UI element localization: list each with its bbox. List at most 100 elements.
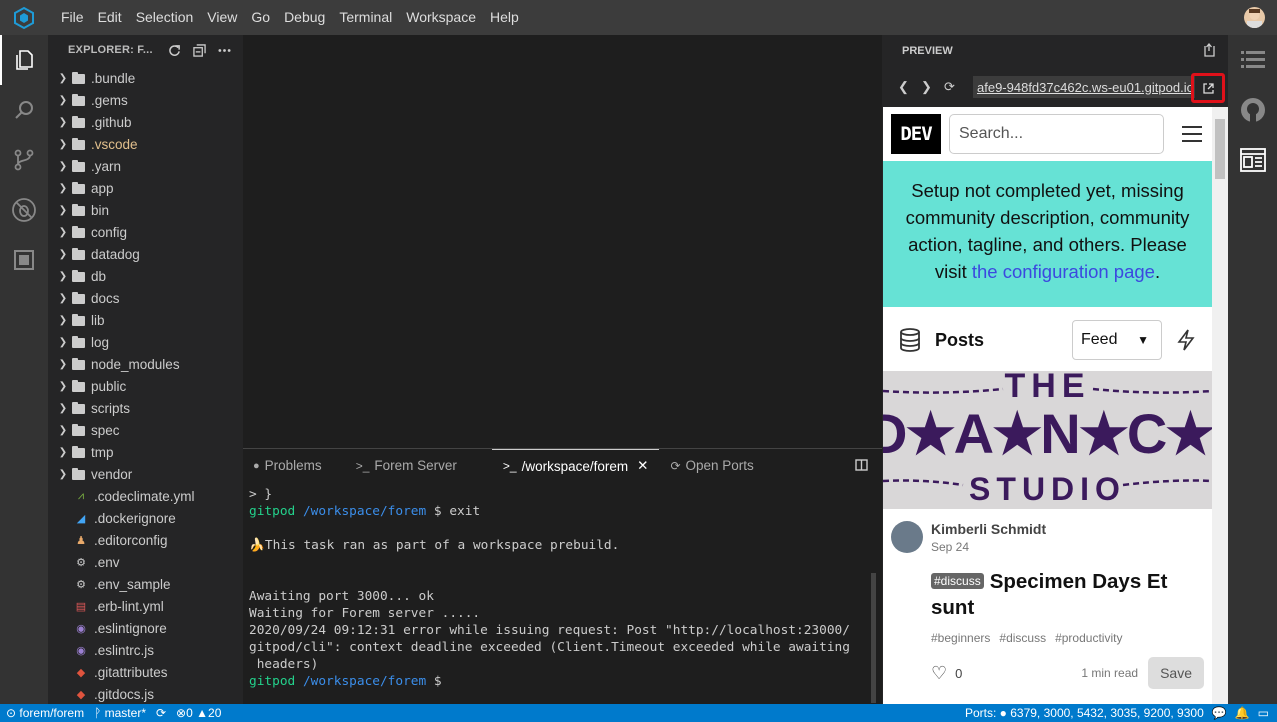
post-title[interactable]: #discuss Specimen Days Et sunt: [931, 568, 1204, 621]
user-avatar[interactable]: [1244, 7, 1265, 28]
folder-item[interactable]: ❯ spec: [48, 419, 243, 441]
menu-item-selection[interactable]: Selection: [129, 0, 201, 35]
split-panel-icon[interactable]: [855, 458, 868, 476]
file-item[interactable]: ⚙ .env: [48, 551, 243, 573]
folder-item[interactable]: ❯ datadog: [48, 243, 243, 265]
menu-item-edit[interactable]: Edit: [91, 0, 129, 35]
post-card[interactable]: Kimberli Schmidt Sep 24 #discuss Specimen…: [883, 509, 1212, 689]
file-item[interactable]: ⩘ .codeclimate.yml: [48, 485, 243, 507]
folder-item[interactable]: ❯ app: [48, 177, 243, 199]
tab-workspace-terminal[interactable]: >_ /workspace/forem ✕: [491, 449, 660, 482]
folder-item[interactable]: ❯ public: [48, 375, 243, 397]
terminal-line: Awaiting port 3000... ok: [249, 588, 876, 605]
post-cover-image[interactable]: THE D★A★N★C★E STUDIO: [883, 371, 1212, 509]
folder-item[interactable]: ❯ db: [48, 265, 243, 287]
file-item[interactable]: ◆ .gitdocs.js: [48, 683, 243, 704]
folder-item[interactable]: ❯ .yarn: [48, 155, 243, 177]
folder-item[interactable]: ❯ .vscode: [48, 133, 243, 155]
open-external-icon[interactable]: [1191, 73, 1225, 103]
terminal-text: /workspace/forem: [295, 504, 427, 519]
menu-item-view[interactable]: View: [200, 0, 244, 35]
scrollbar-thumb[interactable]: [1215, 119, 1225, 179]
menu-item-terminal[interactable]: Terminal: [332, 0, 399, 35]
folder-item[interactable]: ❯ bin: [48, 199, 243, 221]
back-icon[interactable]: ❮: [898, 79, 909, 95]
file-item[interactable]: ◆ .gitattributes: [48, 661, 243, 683]
folder-item[interactable]: ❯ .bundle: [48, 67, 243, 89]
tab-forem-server[interactable]: >_ Forem Server: [345, 449, 468, 482]
folder-item[interactable]: ❯ tmp: [48, 441, 243, 463]
menu-item-workspace[interactable]: Workspace: [399, 0, 483, 35]
dev-logo[interactable]: DEV: [891, 114, 941, 154]
folder-item[interactable]: ❯ config: [48, 221, 243, 243]
repo-item[interactable]: ⊙ forem/forem: [6, 706, 84, 720]
menu-item-file[interactable]: File: [48, 0, 91, 35]
heart-icon[interactable]: ♡: [931, 663, 947, 684]
tab-label: Forem Server: [374, 458, 457, 473]
menu-item-help[interactable]: Help: [483, 0, 526, 35]
hamburger-menu-icon[interactable]: [1182, 121, 1202, 147]
collapse-all-icon[interactable]: [193, 43, 206, 57]
feed-select[interactable]: Feed ▼: [1072, 320, 1162, 360]
menu-item-debug[interactable]: Debug: [277, 0, 332, 35]
extensions-icon[interactable]: [0, 235, 48, 285]
tag-link[interactable]: #beginners: [931, 631, 990, 645]
save-button[interactable]: Save: [1148, 657, 1204, 689]
layout-icon[interactable]: ▭: [1258, 706, 1269, 720]
sync-icon[interactable]: ⟳: [156, 706, 166, 720]
file-item[interactable]: ◉ .eslintrc.js: [48, 639, 243, 661]
folder-item[interactable]: ❯ log: [48, 331, 243, 353]
folder-item[interactable]: ❯ scripts: [48, 397, 243, 419]
open-preview-icon[interactable]: [1203, 42, 1215, 60]
tab-open-ports[interactable]: ⟳ Open Ports: [659, 449, 764, 482]
site-search-input[interactable]: Search...: [949, 114, 1164, 154]
folder-item[interactable]: ❯ vendor: [48, 463, 243, 485]
tab-problems[interactable]: ● Problems: [243, 449, 333, 482]
item-label: bin: [91, 202, 110, 218]
preview-url-input[interactable]: afe9-948fd37c462c.ws-eu01.gitpod.io: [973, 76, 1195, 98]
editor-area[interactable]: [243, 35, 882, 448]
github-icon[interactable]: [1228, 85, 1277, 135]
refresh-icon[interactable]: [168, 44, 181, 57]
outline-icon[interactable]: [1228, 35, 1277, 85]
folder-item[interactable]: ❯ .github: [48, 111, 243, 133]
problems-item[interactable]: ⊗0 ▲20: [176, 706, 221, 720]
folder-item[interactable]: ❯ lib: [48, 309, 243, 331]
close-icon[interactable]: ✕: [637, 458, 648, 474]
folder-item[interactable]: ❯ .gems: [48, 89, 243, 111]
feedback-icon[interactable]: 💬: [1212, 706, 1227, 720]
preview-scrollbar[interactable]: [1212, 107, 1228, 704]
forward-icon[interactable]: ❯: [921, 79, 932, 95]
terminal-output[interactable]: > } gitpod /workspace/forem $ exit 🍌This t…: [243, 482, 882, 690]
more-icon[interactable]: [218, 44, 231, 57]
folder-item[interactable]: ❯ node_modules: [48, 353, 243, 375]
menu-item-go[interactable]: Go: [244, 0, 277, 35]
author-avatar[interactable]: [891, 521, 923, 553]
file-item[interactable]: ♟ .editorconfig: [48, 529, 243, 551]
read-time: 1 min read: [1081, 666, 1139, 680]
file-item[interactable]: ◉ .eslintignore: [48, 617, 243, 639]
gitpod-logo-icon[interactable]: [0, 0, 48, 35]
file-item[interactable]: ◢ .dockerignore: [48, 507, 243, 529]
tag-link[interactable]: #discuss: [999, 631, 1046, 645]
explorer-icon[interactable]: [0, 35, 48, 85]
folder-icon: [72, 314, 88, 326]
ports-icon: ⟳: [670, 458, 681, 473]
reload-icon[interactable]: ⟳: [944, 79, 955, 95]
lightning-icon[interactable]: [1176, 328, 1196, 352]
folder-item[interactable]: ❯ docs: [48, 287, 243, 309]
bell-icon[interactable]: 🔔: [1235, 706, 1250, 720]
ports-status[interactable]: Ports: ● 6379, 3000, 5432, 3035, 9200, 9…: [965, 706, 1204, 720]
file-item[interactable]: ▤ .erb-lint.yml: [48, 595, 243, 617]
author-name[interactable]: Kimberli Schmidt: [931, 521, 1046, 537]
tag-link[interactable]: #productivity: [1055, 631, 1122, 645]
preview-browser-icon[interactable]: [1228, 135, 1277, 185]
debug-icon[interactable]: [0, 185, 48, 235]
eslint-icon: ◉: [76, 622, 86, 635]
branch-item[interactable]: ᚹ master*: [94, 706, 146, 720]
search-icon[interactable]: [0, 85, 48, 135]
file-item[interactable]: ⚙ .env_sample: [48, 573, 243, 595]
source-control-icon[interactable]: [0, 135, 48, 185]
terminal-scrollbar[interactable]: [871, 573, 876, 703]
configuration-link[interactable]: the configuration page: [972, 261, 1155, 282]
